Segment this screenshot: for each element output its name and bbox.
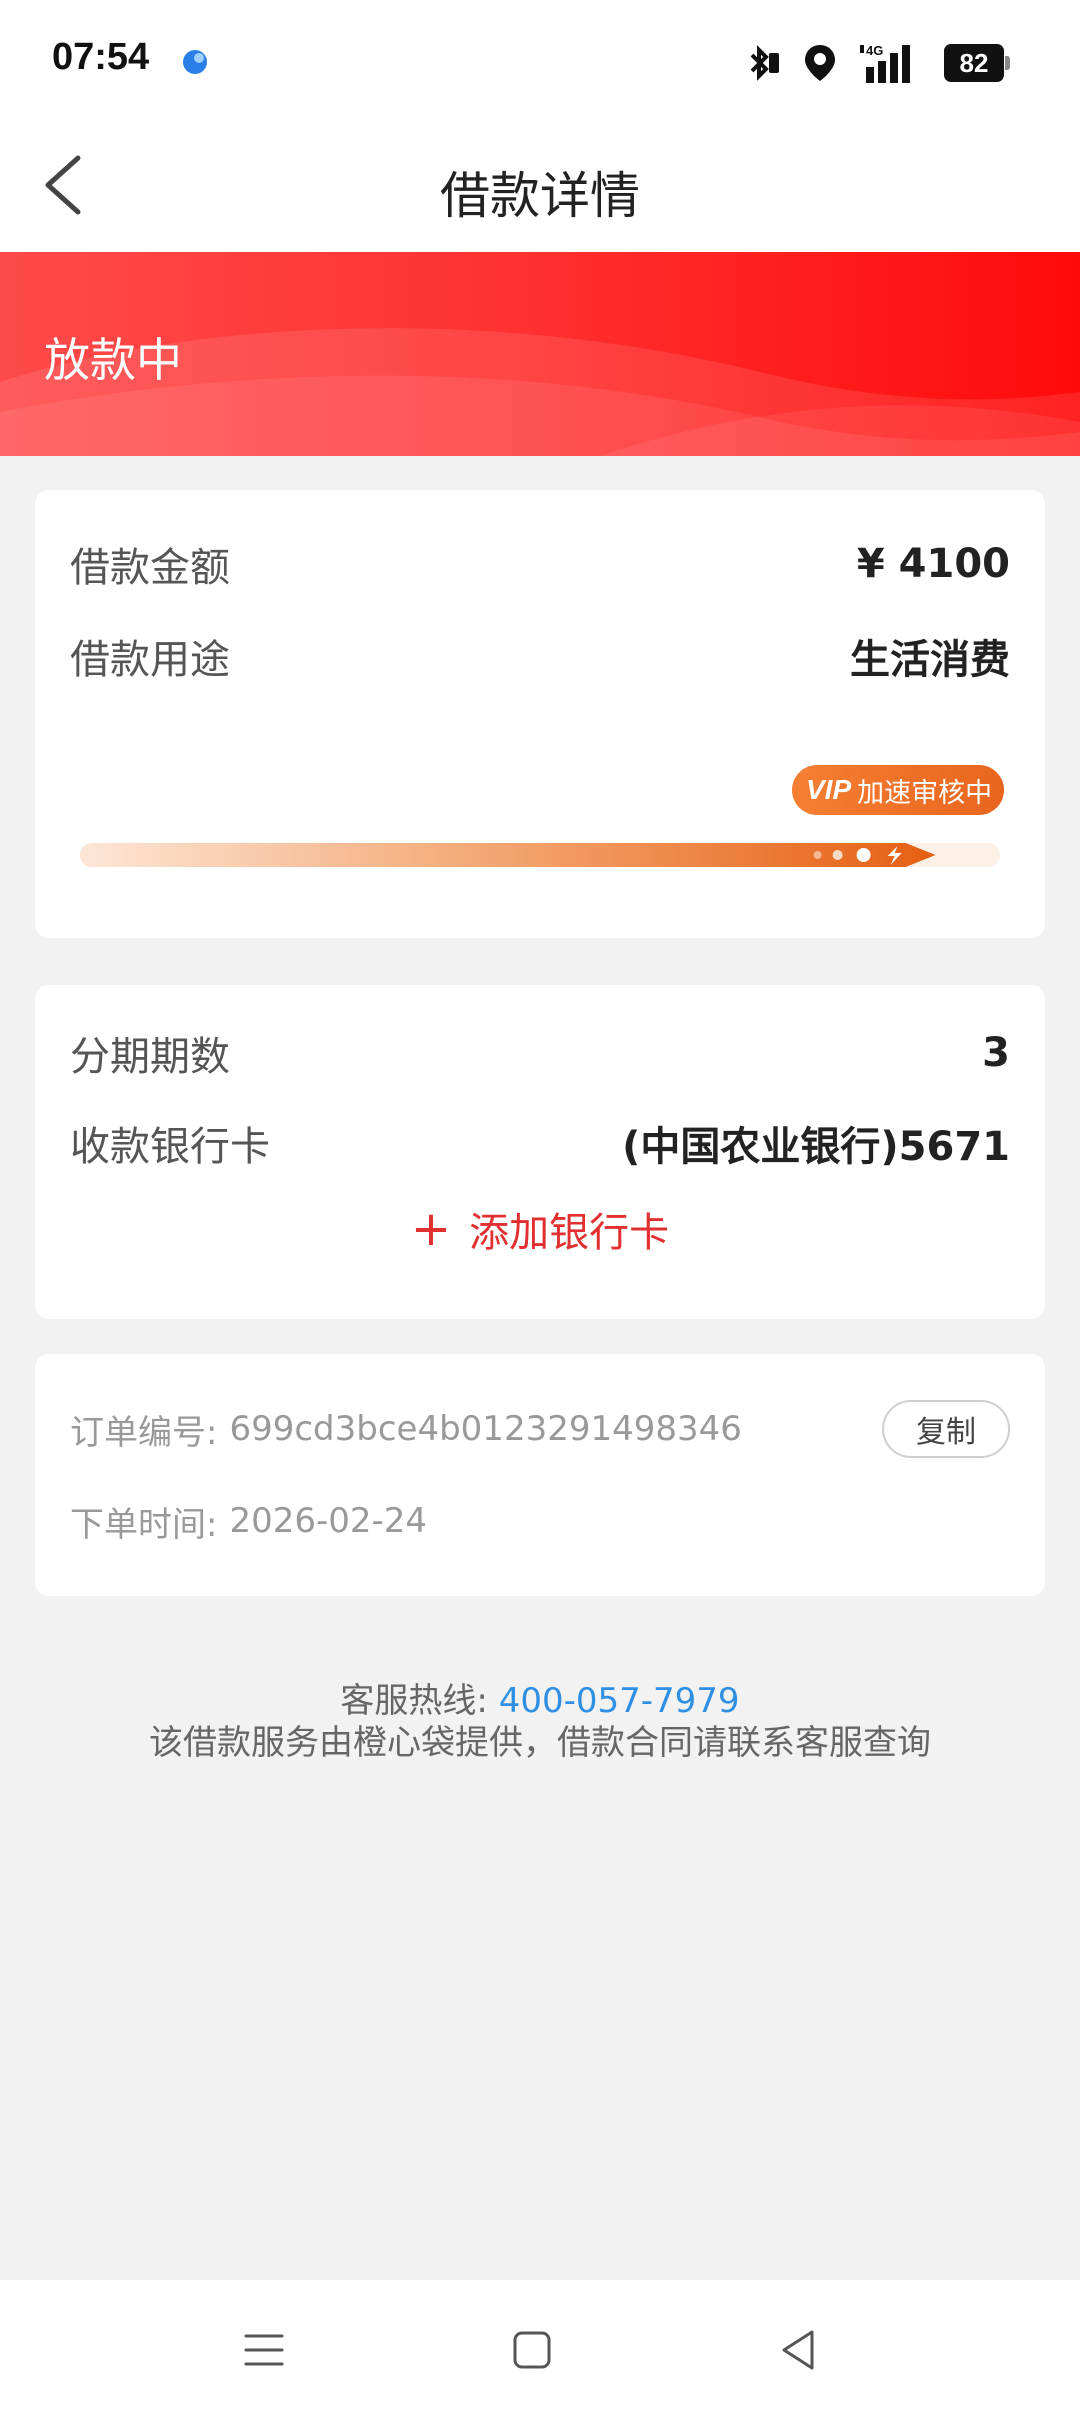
system-nav-bar <box>0 2280 1080 2412</box>
home-square-icon <box>513 2331 551 2369</box>
loan-purpose-label: 借款用途 <box>70 637 230 683</box>
service-notice: 该借款服务由橙心袋提供，借款合同请联系客服查询 <box>149 1723 931 1763</box>
page-title: 借款详情 <box>440 167 640 225</box>
status-banner: 放款中 <box>0 252 1080 456</box>
loan-purpose-row: 借款用途 生活消费 <box>70 626 1010 686</box>
order-time-label: 下单时间: <box>70 1504 218 1545</box>
loan-amount-row: 借款金额 ¥ 4100 <box>70 534 1010 594</box>
status-time: 07:54 <box>52 36 150 78</box>
loan-info-card: 借款金额 ¥ 4100 借款用途 生活消费 VIP 加速审核中 <box>35 490 1045 938</box>
vip-tag: VIP <box>806 774 852 805</box>
order-info-card: 订单编号: 699cd3bce4b0123291498346 复制 下单时间: … <box>35 1354 1045 1596</box>
menu-icon <box>244 2334 284 2366</box>
progress-dot <box>832 850 843 860</box>
order-time-value: 2026-02-24 <box>229 1501 428 1541</box>
hotline-line: 客服热线: 400-057-7979 <box>0 1680 1080 1722</box>
location-icon <box>805 45 835 81</box>
bank-card-label: 收款银行卡 <box>70 1124 270 1170</box>
battery-level: 82 <box>944 44 1004 82</box>
progress-dot <box>856 848 871 862</box>
installment-card: 分期期数 3 收款银行卡 (中国农业银行)5671 + 添加银行卡 <box>35 985 1045 1319</box>
plus-icon: + <box>410 1201 452 1257</box>
order-time-row: 下单时间: 2026-02-24 <box>70 1496 427 1546</box>
installment-periods-value: 3 <box>982 1030 1010 1076</box>
order-number-row: 订单编号: 699cd3bce4b0123291498346 <box>70 1404 742 1454</box>
menu-button[interactable] <box>234 2320 294 2380</box>
home-button[interactable] <box>502 2320 562 2380</box>
progress-dot <box>813 851 822 859</box>
loan-amount-value: ¥ 4100 <box>856 541 1010 587</box>
bluetooth-icon <box>750 45 779 81</box>
back-triangle-icon <box>782 2330 814 2370</box>
progress-fill <box>80 843 936 867</box>
hotline-number-link[interactable]: 400-057-7979 <box>499 1681 740 1721</box>
loan-amount-label: 借款金额 <box>70 545 230 591</box>
loan-status-text: 放款中 <box>44 333 182 387</box>
copy-button[interactable]: 复制 <box>882 1400 1010 1458</box>
battery-indicator: 82 <box>944 44 1010 82</box>
app-notification-icon <box>183 50 207 74</box>
status-bar: 07:54 4G 82 <box>0 0 1080 120</box>
add-bank-card-label: 添加银行卡 <box>469 1210 670 1256</box>
review-progress-bar <box>80 843 1000 867</box>
system-back-button[interactable] <box>768 2320 828 2380</box>
status-icons: 4G 82 <box>744 38 1010 88</box>
network-type-text: 4G <box>866 43 883 58</box>
installment-periods-row: 分期期数 3 <box>70 1023 1010 1083</box>
signal-icon: 4G <box>860 43 910 83</box>
vip-review-text: 加速审核中 <box>857 777 993 809</box>
add-bank-card-button[interactable]: + 添加银行卡 <box>35 1199 1045 1259</box>
order-number-value: 699cd3bce4b0123291498346 <box>229 1409 742 1449</box>
order-number-label: 订单编号: <box>70 1412 218 1453</box>
nav-bar: 借款详情 <box>0 120 1080 252</box>
vip-review-badge: VIP 加速审核中 <box>792 765 1004 815</box>
installment-periods-label: 分期期数 <box>70 1034 230 1080</box>
battery-tip <box>1005 56 1010 70</box>
footer-info: 客服热线: 400-057-7979 该借款服务由橙心袋提供，借款合同请联系客服… <box>0 1680 1080 1764</box>
bank-card-row: 收款银行卡 (中国农业银行)5671 <box>70 1113 1010 1173</box>
hotline-label: 客服热线: <box>340 1681 488 1721</box>
loan-purpose-value: 生活消费 <box>850 637 1010 683</box>
bank-card-value: (中国农业银行)5671 <box>622 1124 1010 1170</box>
